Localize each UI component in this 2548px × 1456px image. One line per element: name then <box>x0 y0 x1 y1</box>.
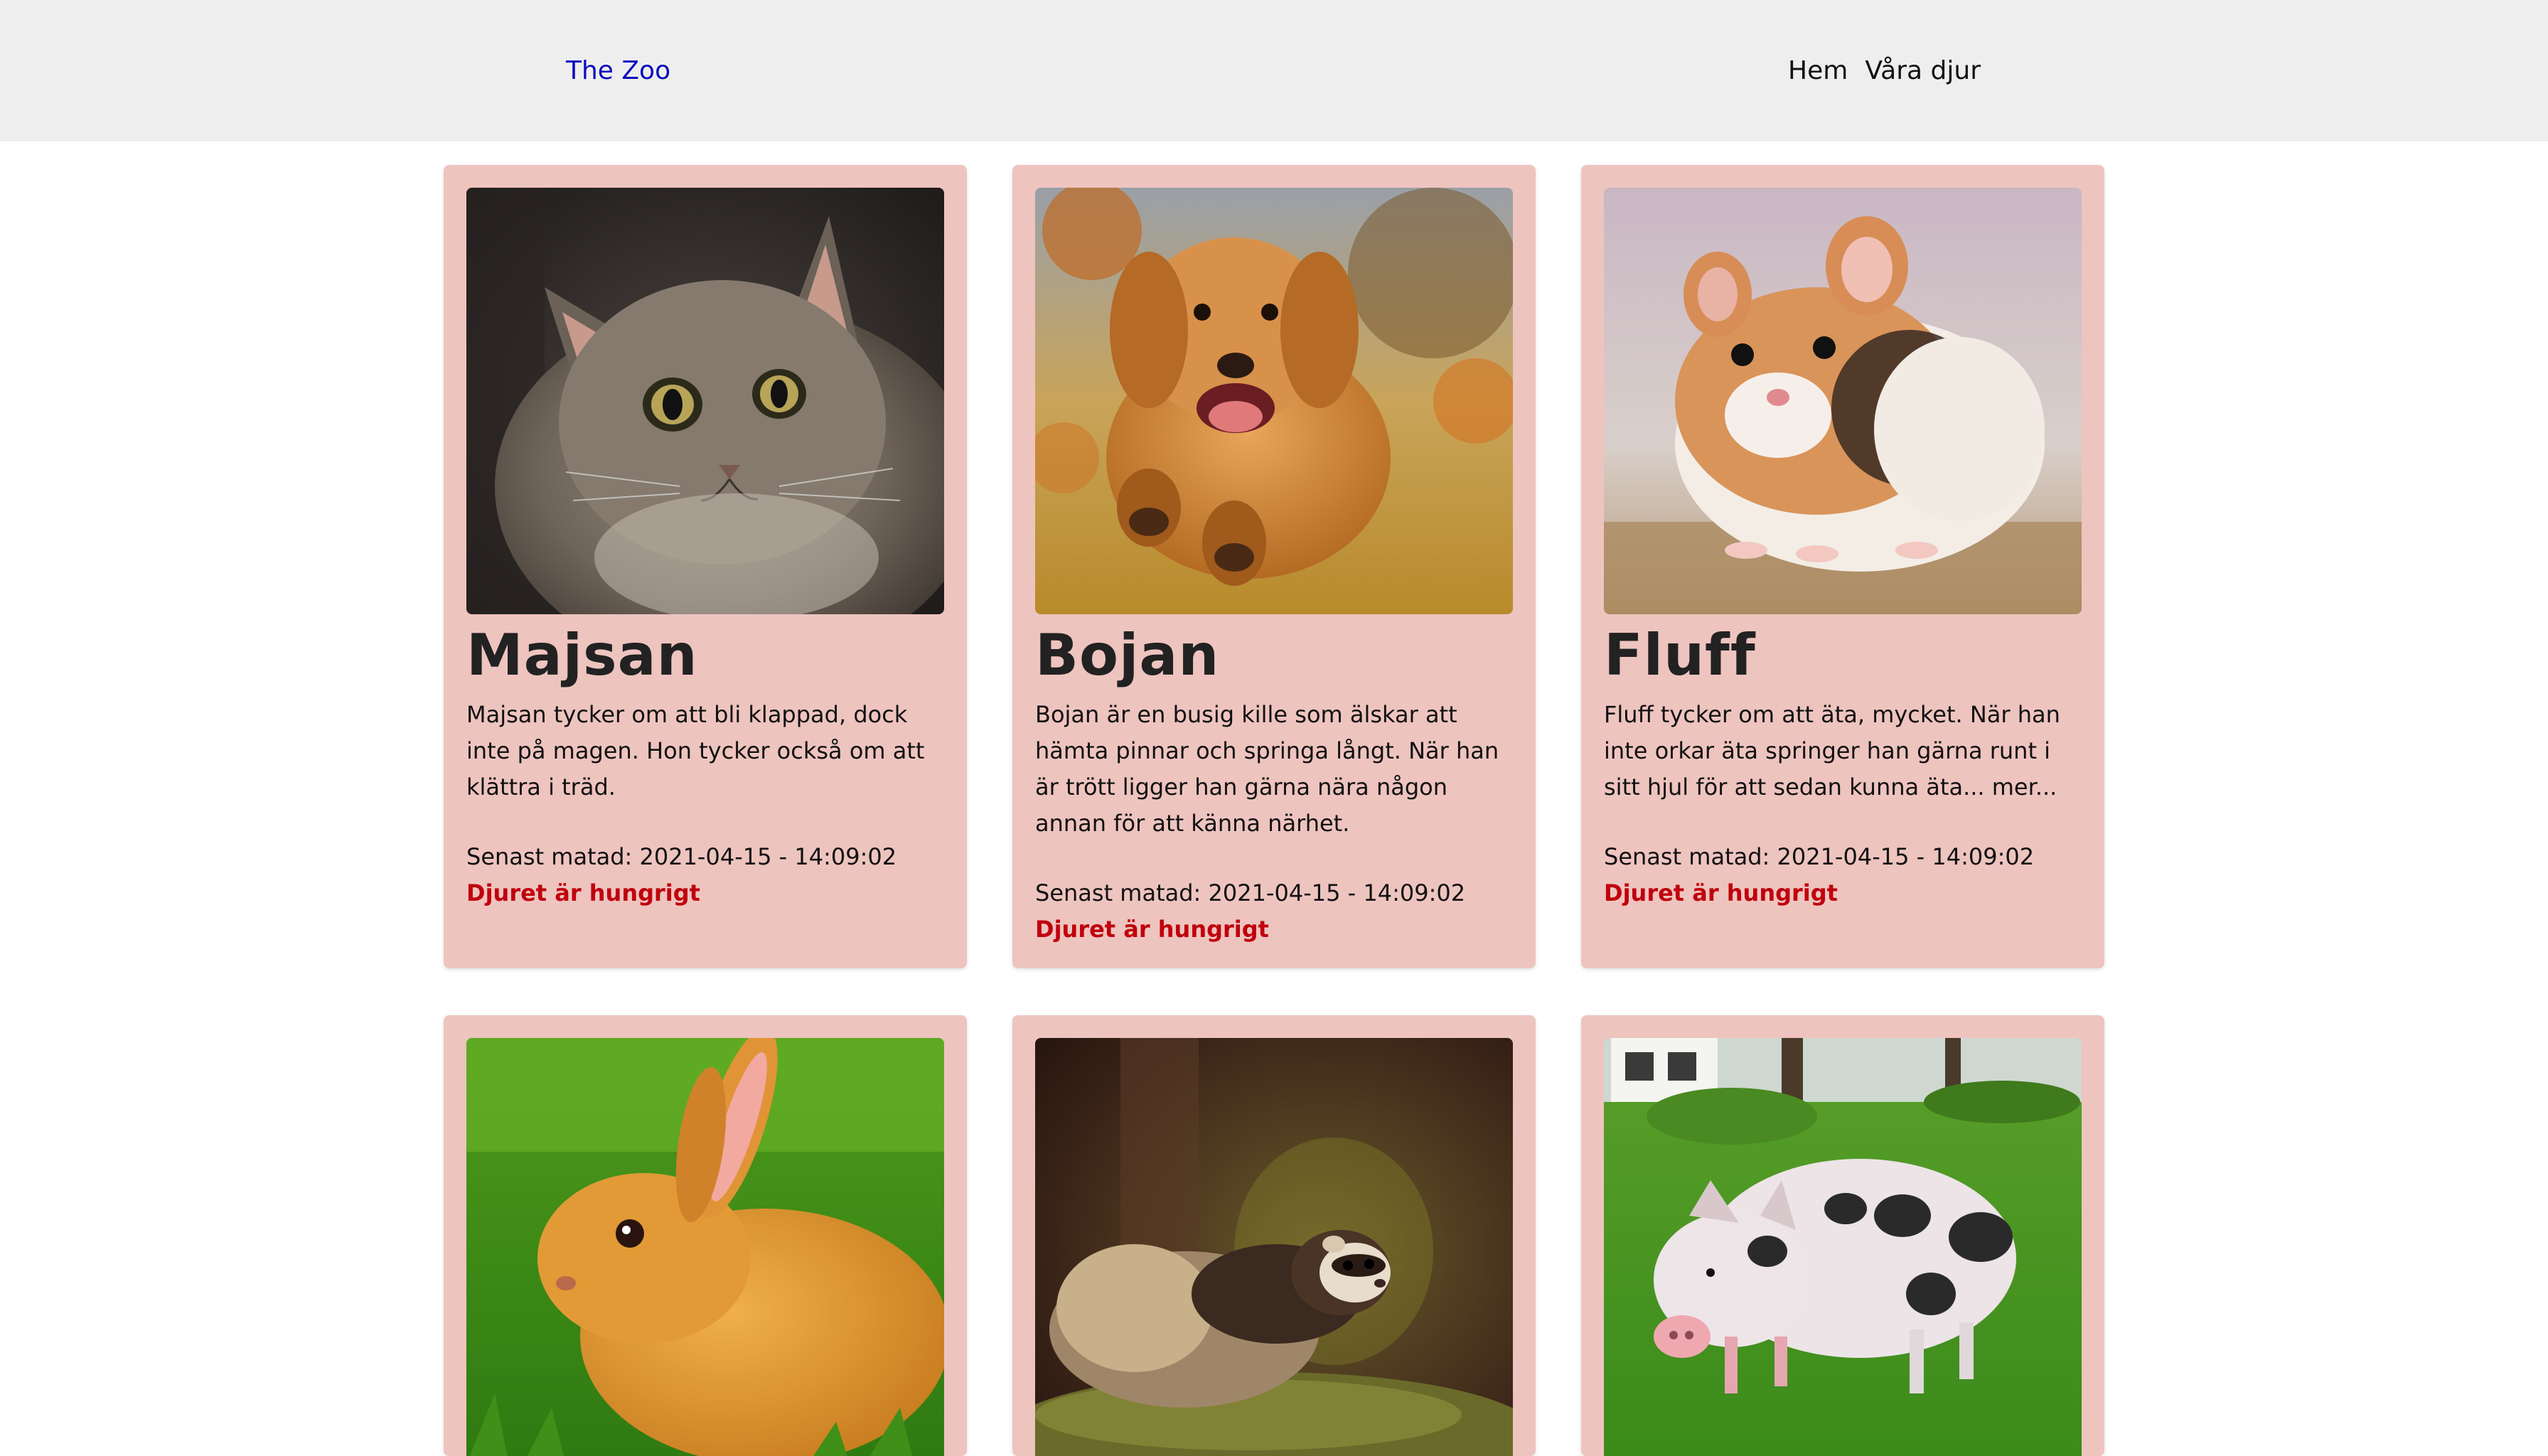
animal-card-majsan[interactable]: Majsan Majsan tycker om att bli klappad,… <box>444 165 967 968</box>
animal-description: Bojan är en busig kille som älskar att h… <box>1035 701 1499 837</box>
animal-name: Majsan <box>466 622 698 688</box>
animal-name: Fluff <box>1604 622 1756 688</box>
last-fed-text: Senast matad: 2021-04-15 - 14:09:02 <box>1604 843 2035 870</box>
animal-photo-rabbit <box>466 1038 944 1456</box>
animal-photo-ferret <box>1035 1038 1513 1456</box>
animal-card-ferret[interactable] <box>1012 1015 1536 1456</box>
last-fed-text: Senast matad: 2021-04-15 - 14:09:02 <box>1035 879 1466 906</box>
animal-description: Fluff tycker om att äta, mycket. När han… <box>1604 701 2060 801</box>
hungry-status: Djuret är hungrigt <box>1604 879 1838 906</box>
animal-photo-pig <box>1604 1038 2082 1456</box>
animal-card-bojan[interactable]: Bojan Bojan är en busig kille som älskar… <box>1012 165 1536 968</box>
hungry-status: Djuret är hungrigt <box>466 879 700 906</box>
animal-card-pig[interactable] <box>1581 1015 2104 1456</box>
nav-links: Hem Våra djur <box>1788 51 1981 91</box>
brand-link[interactable]: The Zoo <box>566 51 670 91</box>
animal-description: Majsan tycker om att bli klappad, dock i… <box>466 701 925 801</box>
animal-card-rabbit[interactable] <box>444 1015 967 1456</box>
animal-photo-hamster <box>1604 188 2082 614</box>
last-fed-text: Senast matad: 2021-04-15 - 14:09:02 <box>466 843 897 870</box>
nav-link-vara-djur[interactable]: Våra djur <box>1865 51 1981 91</box>
animal-photo-dog <box>1035 188 1513 614</box>
hungry-status: Djuret är hungrigt <box>1035 916 1269 943</box>
animal-name: Bojan <box>1035 622 1220 688</box>
animal-card-fluff[interactable]: Fluff Fluff tycker om att äta, mycket. N… <box>1581 165 2104 968</box>
animal-photo-cat <box>466 188 944 614</box>
navbar: The Zoo Hem Våra djur <box>0 0 2548 141</box>
nav-link-hem[interactable]: Hem <box>1788 51 1848 91</box>
